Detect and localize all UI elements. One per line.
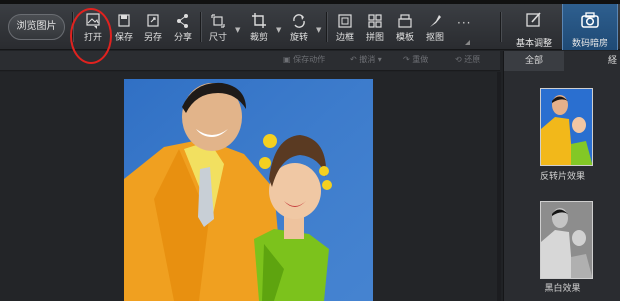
- camera-icon: [581, 12, 599, 28]
- save-as-button[interactable]: 另存: [141, 12, 165, 48]
- share-button[interactable]: 分享: [170, 12, 196, 48]
- toolbar-divider: [500, 12, 501, 42]
- open-image-icon: [86, 13, 100, 29]
- save-action-icon: ▣: [283, 55, 294, 64]
- effect-thumb-black-white[interactable]: [540, 201, 593, 279]
- resize-button[interactable]: 尺寸: [205, 12, 231, 48]
- rotate-icon: [293, 14, 305, 28]
- effect-thumb-reversal[interactable]: [540, 88, 593, 166]
- template-button[interactable]: 模板: [392, 12, 418, 48]
- undo-dropdown-caret[interactable]: ▾: [378, 55, 382, 64]
- open-label: 打开: [83, 33, 102, 43]
- cutout-label: 抠图: [425, 33, 444, 43]
- canvas-scrollbar[interactable]: [497, 72, 501, 301]
- save-button[interactable]: 保存: [112, 12, 136, 48]
- restore-button[interactable]: ⟲ 还原: [455, 54, 480, 65]
- save-action-label: 保存动作: [293, 55, 326, 64]
- tab-digital-darkroom-label: 数码暗房: [571, 39, 608, 49]
- template-label: 模板: [395, 33, 414, 43]
- save-icon: [118, 14, 130, 27]
- adjust-icon: [526, 12, 541, 27]
- crop-dropdown-caret[interactable]: ▼: [276, 26, 281, 34]
- toolbar-divider: [200, 12, 201, 42]
- crop-button[interactable]: 裁剪: [246, 12, 272, 48]
- effects-panel: 全部 経 反转片效果 黑白效果: [503, 51, 620, 301]
- collage-button[interactable]: 拼图: [362, 12, 388, 48]
- tab-digital-darkroom[interactable]: 数码暗房: [562, 4, 618, 50]
- save-label: 保存: [114, 33, 133, 43]
- history-action-bar: ▣ 保存动作 ↶ 撤消 ▾ ↷ 重做 ⟲ 还原: [0, 51, 500, 71]
- save-as-label: 另存: [143, 33, 162, 43]
- toolbar-divider: [326, 12, 327, 42]
- rotate-label: 旋转: [289, 33, 308, 43]
- toolbar-expand-corner-icon: [465, 40, 470, 45]
- reversal-effect-preview: [541, 89, 592, 165]
- browse-images-button[interactable]: 浏览图片: [8, 14, 65, 40]
- border-label: 边框: [335, 33, 354, 43]
- collage-label: 拼图: [365, 33, 384, 43]
- tab-basic-adjust-label: 基本调整: [515, 39, 552, 49]
- restore-label: 还原: [464, 55, 481, 64]
- resize-icon: [211, 14, 225, 28]
- save-action-button[interactable]: ▣ 保存动作: [283, 54, 325, 65]
- open-button[interactable]: 打开: [80, 12, 106, 48]
- rotate-button[interactable]: 旋转: [286, 12, 312, 48]
- black-white-effect-preview: [541, 202, 592, 278]
- resize-label: 尺寸: [208, 33, 227, 43]
- share-icon: [177, 14, 188, 28]
- couple-photo-image: [124, 79, 373, 301]
- crop-icon: [252, 13, 266, 28]
- border-button[interactable]: 边框: [332, 12, 358, 48]
- undo-button[interactable]: ↶ 撤消 ▾: [350, 54, 382, 65]
- restore-icon: ⟲: [455, 55, 465, 64]
- toolbar-divider: [72, 12, 73, 42]
- tab-category[interactable]: 経: [608, 51, 620, 71]
- crop-label: 裁剪: [249, 33, 268, 43]
- share-label: 分享: [173, 33, 192, 43]
- redo-button[interactable]: ↷ 重做: [403, 54, 428, 65]
- cutout-button[interactable]: 抠图: [422, 12, 448, 48]
- border-icon: [338, 14, 352, 28]
- effect-label-reversal: 反转片效果: [539, 172, 585, 182]
- undo-label: 撤消: [359, 55, 376, 64]
- more-tools-button[interactable]: ···: [457, 16, 471, 30]
- save-as-icon: [147, 14, 159, 27]
- tab-basic-adjust[interactable]: 基本调整: [506, 4, 562, 50]
- redo-label: 重做: [412, 55, 429, 64]
- collage-icon: [368, 14, 382, 28]
- resize-dropdown-caret[interactable]: ▼: [235, 26, 240, 34]
- effect-label-black-white: 黑白效果: [544, 284, 581, 294]
- tab-all[interactable]: 全部: [504, 51, 564, 71]
- template-icon: [398, 14, 412, 28]
- cutout-icon: [430, 15, 441, 27]
- redo-icon: ↷: [403, 55, 413, 64]
- rotate-dropdown-caret[interactable]: ▼: [316, 26, 321, 34]
- undo-icon: ↶: [350, 55, 360, 64]
- edited-photo: [124, 79, 373, 301]
